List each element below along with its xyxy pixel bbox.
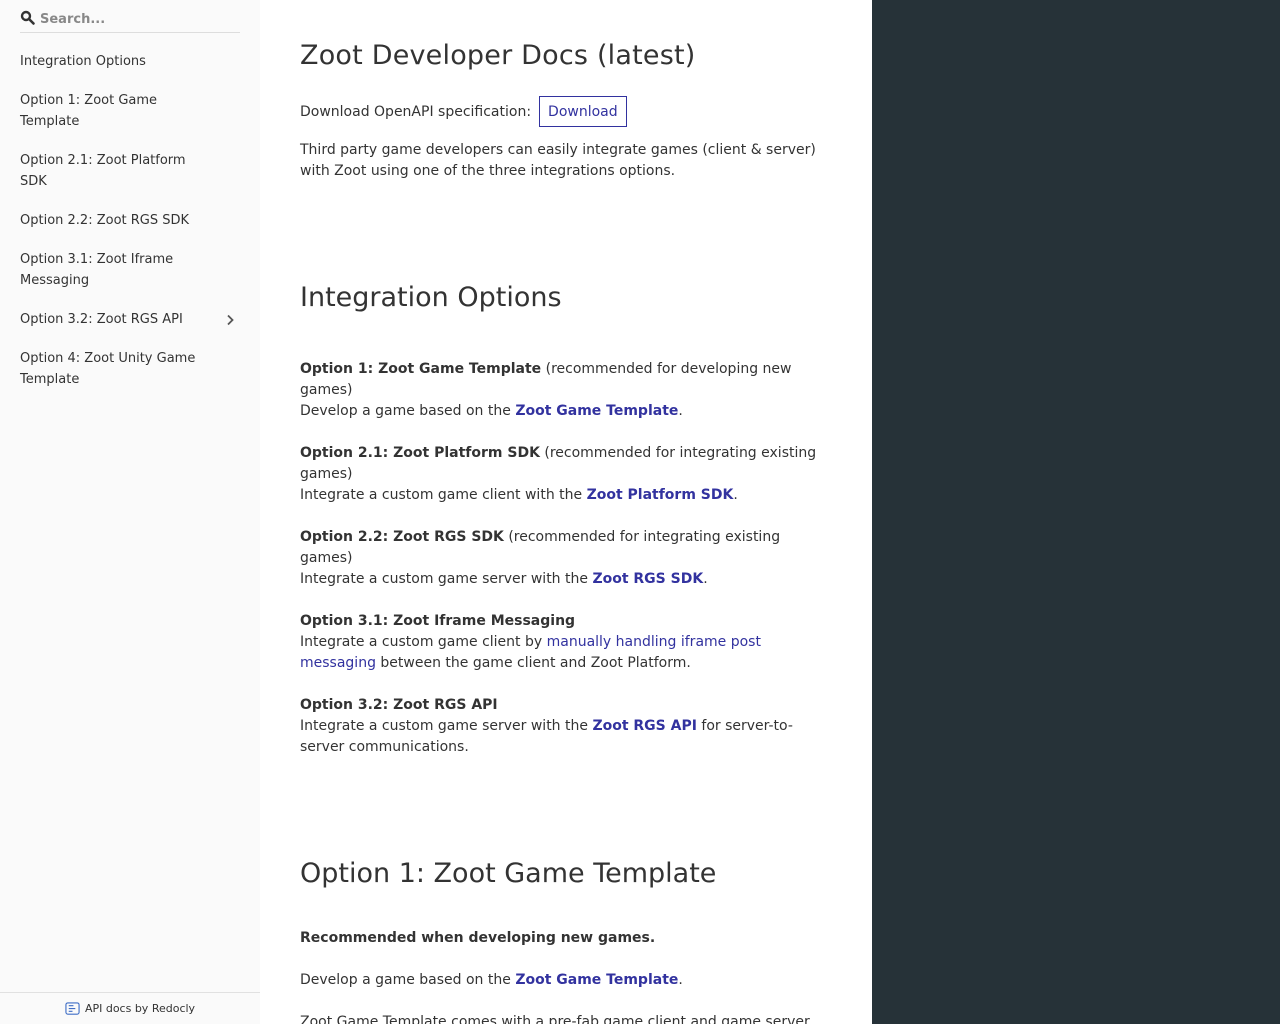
sidebar-item-label: Option 4: Zoot Unity Game Template xyxy=(20,351,196,387)
option-block-2-1: Option 2.1: Zoot Platform SDK (recommend… xyxy=(300,443,830,506)
footer-label: API docs by Redocly xyxy=(84,1002,196,1015)
option1-desc: Develop a game based on the Zoot Game Te… xyxy=(300,970,830,991)
sidebar-item-option-1[interactable]: Option 1: Zoot Game Template xyxy=(0,83,260,139)
option-desc: Integrate a custom game client with the xyxy=(300,487,587,503)
sidebar-menu: Integration Options Option 1: Zoot Game … xyxy=(0,44,260,397)
zoot-game-template-link-2[interactable]: Zoot Game Template xyxy=(515,972,678,988)
redocly-logo-icon xyxy=(65,1002,80,1015)
zoot-rgs-sdk-link[interactable]: Zoot RGS SDK xyxy=(592,571,703,587)
option-block-1: Option 1: Zoot Game Template (recommende… xyxy=(300,359,830,422)
zoot-rgs-api-link[interactable]: Zoot RGS API xyxy=(592,718,697,734)
option1-desc-text: Develop a game based on the xyxy=(300,972,516,988)
option-title: Option 2.1: Zoot Platform SDK xyxy=(300,445,540,461)
sidebar-item-label: Option 2.2: Zoot RGS SDK xyxy=(20,213,190,228)
option-title: Option 3.2: Zoot RGS API xyxy=(300,697,498,713)
option-desc: Integrate a custom game server with the xyxy=(300,718,593,734)
intro-text: Third party game developers can easily i… xyxy=(300,142,816,179)
sidebar-item-option-2-2[interactable]: Option 2.2: Zoot RGS SDK xyxy=(0,203,260,238)
sidebar-item-label: Option 3.2: Zoot RGS API xyxy=(20,312,183,327)
option1-recommendation: Recommended when developing new games. xyxy=(300,930,656,946)
option-title: Option 1: Zoot Game Template xyxy=(300,361,542,377)
option-desc-end: . xyxy=(733,487,738,503)
option-block-3-2: Option 3.2: Zoot RGS API Integrate a cus… xyxy=(300,695,830,758)
sidebar-item-integration-options[interactable]: Integration Options xyxy=(0,44,260,79)
option-desc: Integrate a custom game server with the xyxy=(300,571,593,587)
sidebar-item-label: Option 3.1: Zoot Iframe Messaging xyxy=(20,252,174,288)
option-title: Option 2.2: Zoot RGS SDK xyxy=(300,529,504,545)
sidebar-item-label: Integration Options xyxy=(20,54,146,69)
chevron-right-icon[interactable] xyxy=(224,314,236,326)
sidebar-item-label: Option 2.1: Zoot Platform SDK xyxy=(20,153,186,189)
option-title: Option 3.1: Zoot Iframe Messaging xyxy=(300,613,576,629)
zoot-platform-sdk-link[interactable]: Zoot Platform SDK xyxy=(587,487,734,503)
option1-cut-text: Zoot Game Template comes with a pre-fab … xyxy=(300,1014,810,1024)
option-desc-end: between the game client and Zoot Platfor… xyxy=(375,655,691,671)
option-desc: Develop a game based on the xyxy=(300,403,516,419)
option-block-2-2: Option 2.2: Zoot RGS SDK (recommended fo… xyxy=(300,527,830,590)
option-block-3-1: Option 3.1: Zoot Iframe Messaging Integr… xyxy=(300,611,830,674)
page-title: Zoot Developer Docs (latest) xyxy=(300,40,696,71)
section-heading-integration-options: Integration Options xyxy=(300,282,562,313)
redocly-footer-link[interactable]: API docs by Redocly xyxy=(0,992,260,1024)
download-row: Download OpenAPI specification: Download xyxy=(300,96,627,127)
main-content: Zoot Developer Docs (latest) Download Op… xyxy=(260,0,872,1024)
section-heading-option-1: Option 1: Zoot Game Template xyxy=(300,858,717,889)
sidebar-item-option-4[interactable]: Option 4: Zoot Unity Game Template xyxy=(0,341,260,397)
sidebar-item-option-3-1[interactable]: Option 3.1: Zoot Iframe Messaging xyxy=(0,242,260,298)
sidebar-item-option-2-1[interactable]: Option 2.1: Zoot Platform SDK xyxy=(0,143,260,199)
sidebar: Integration Options Option 1: Zoot Game … xyxy=(0,0,260,1024)
option-desc-end: . xyxy=(703,571,708,587)
option-desc: Integrate a custom game client by xyxy=(300,634,547,650)
download-label: Download OpenAPI specification: xyxy=(300,103,532,120)
search-box xyxy=(20,5,240,33)
search-input[interactable] xyxy=(40,8,235,30)
option-desc-end: . xyxy=(678,403,683,419)
download-button[interactable]: Download xyxy=(539,96,627,127)
sidebar-item-option-3-2[interactable]: Option 3.2: Zoot RGS API xyxy=(0,302,260,337)
search-icon xyxy=(20,10,35,25)
right-panel xyxy=(872,0,1280,1024)
option1-desc-end: . xyxy=(678,972,683,988)
zoot-game-template-link[interactable]: Zoot Game Template xyxy=(515,403,678,419)
sidebar-item-label: Option 1: Zoot Game Template xyxy=(20,93,158,129)
